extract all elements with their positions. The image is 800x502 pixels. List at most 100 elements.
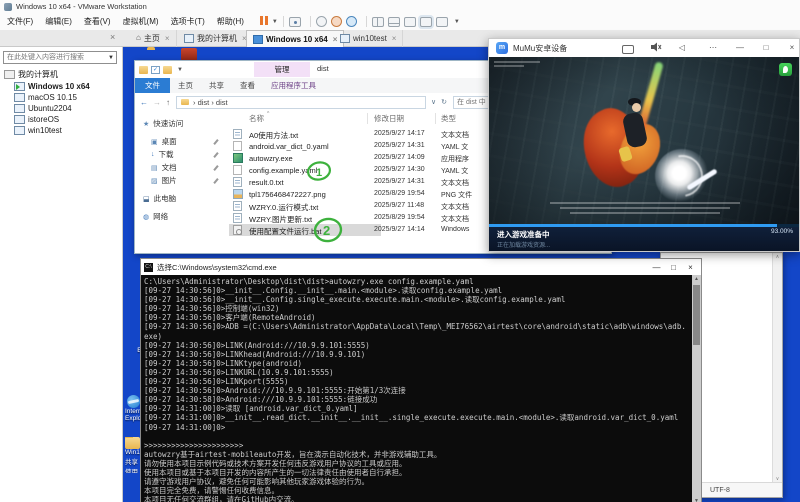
quick-access-toolbar: ✓ ▼ bbox=[139, 66, 183, 74]
text-file-icon bbox=[233, 129, 242, 139]
breadcrumb[interactable]: › dist › dist bbox=[176, 96, 426, 109]
checkbox-icon[interactable]: ✓ bbox=[151, 66, 160, 74]
png-file-icon bbox=[233, 189, 243, 199]
pin-icon bbox=[213, 152, 218, 158]
unity-button[interactable] bbox=[420, 17, 432, 27]
pause-button[interactable] bbox=[260, 16, 270, 27]
menu-file[interactable]: 文件(F) bbox=[5, 15, 35, 28]
column-type[interactable]: 类型 bbox=[441, 113, 456, 124]
pause-caret-icon[interactable]: ▼ bbox=[272, 19, 278, 25]
cmd-scrollbar[interactable]: ▲ ▼ bbox=[692, 275, 701, 502]
tree-root-my-computer[interactable]: 我的计算机 bbox=[4, 69, 58, 80]
nav-pictures[interactable]: ▨ 图片 bbox=[151, 175, 177, 186]
menu-tabs[interactable]: 选项卡(T) bbox=[169, 15, 207, 28]
library-search-input[interactable] bbox=[3, 51, 117, 64]
ctrl-alt-del-button[interactable] bbox=[289, 17, 301, 27]
scroll-up-icon[interactable]: ∧ bbox=[774, 254, 781, 260]
nav-network[interactable]: ◍ 网络 bbox=[143, 211, 168, 222]
ribbon-tab-home[interactable]: 主页 bbox=[170, 78, 201, 93]
game-character-head bbox=[632, 103, 641, 112]
loading-percent: 93.00% bbox=[771, 228, 793, 235]
nav-documents[interactable]: ▤ 文档 bbox=[151, 162, 177, 173]
tree-item-macos[interactable]: macOS 10.15 bbox=[14, 92, 77, 103]
tab-my-computer[interactable]: 我的计算机 × bbox=[178, 30, 254, 47]
back-icon[interactable]: ← bbox=[140, 98, 148, 107]
address-dropdown-icon[interactable]: ∨ bbox=[431, 98, 436, 106]
up-icon[interactable]: ↑ bbox=[166, 98, 170, 107]
vmware-workstation-window: Windows 10 x64 - VMware Workstation 文件(F… bbox=[0, 0, 800, 502]
tab-close-icon[interactable]: × bbox=[392, 34, 397, 43]
ribbon-tab-view[interactable]: 查看 bbox=[232, 78, 263, 93]
explorer-nav-pane: ★ 快速访问 ▣ 桌面 ↓ 下载 ▤ 文档 bbox=[135, 111, 229, 253]
text-file-icon bbox=[233, 201, 242, 211]
scroll-down-icon[interactable]: ▼ bbox=[692, 498, 701, 502]
snapshot-manager-button[interactable] bbox=[346, 16, 357, 27]
editor-scrollbar[interactable]: ∧ ∨ bbox=[772, 253, 782, 483]
exe-file-icon bbox=[233, 153, 243, 163]
sidebar-close-icon[interactable]: × bbox=[110, 32, 115, 42]
window-title: Windows 10 x64 - VMware Workstation bbox=[16, 2, 147, 11]
tab-home[interactable]: ⌂ 主页 × bbox=[130, 30, 177, 47]
tab-windows10-x64[interactable]: Windows 10 x64 × bbox=[246, 30, 344, 47]
desktop-icon-ex[interactable]: Ex bbox=[124, 347, 141, 354]
column-date[interactable]: 修改日期 bbox=[374, 113, 404, 124]
nav-desktop[interactable]: ▣ 桌面 bbox=[151, 136, 177, 147]
tab-win10test[interactable]: win10test × bbox=[334, 30, 403, 47]
scroll-up-icon[interactable]: ▲ bbox=[692, 276, 701, 282]
stretch-caret-icon[interactable]: ▼ bbox=[454, 19, 460, 25]
minimize-icon[interactable]: — bbox=[648, 263, 665, 272]
folder-icon[interactable] bbox=[163, 66, 172, 74]
cmd-title: 选择C:\Windows\system32\cmd.exe bbox=[157, 262, 277, 273]
mumu-logo-icon: m bbox=[496, 42, 508, 54]
yaml-file-icon bbox=[233, 141, 242, 151]
game-tips-text bbox=[545, 199, 745, 217]
tree-item-ubuntu2204[interactable]: Ubuntu2204 bbox=[14, 103, 72, 114]
text-file-icon bbox=[233, 177, 242, 187]
maximize-icon[interactable]: □ bbox=[759, 42, 773, 54]
ribbon-tab-share[interactable]: 共享 bbox=[201, 78, 232, 93]
thumbnail-bar-button[interactable] bbox=[388, 17, 400, 27]
search-dropdown-icon[interactable]: ▼ bbox=[108, 55, 114, 61]
stretch-button[interactable] bbox=[436, 17, 448, 27]
nav-this-pc[interactable]: ⬓ 此电脑 bbox=[143, 193, 176, 204]
download-icon: ↓ bbox=[151, 151, 155, 158]
minimize-icon[interactable]: — bbox=[733, 42, 747, 54]
close-icon[interactable]: × bbox=[682, 263, 699, 272]
close-icon[interactable]: × bbox=[785, 42, 799, 54]
forward-icon[interactable]: → bbox=[153, 98, 161, 107]
snapshot-revert-button[interactable] bbox=[331, 16, 342, 27]
scroll-thumb[interactable] bbox=[693, 285, 700, 345]
apk-install-icon[interactable] bbox=[622, 45, 634, 54]
vmware-toolbar: ▼ ▼ bbox=[260, 16, 460, 27]
column-name[interactable]: 名称 bbox=[249, 113, 264, 124]
tab-close-icon[interactable]: × bbox=[165, 34, 170, 43]
explorer-window-title: dist bbox=[317, 64, 329, 73]
folder-icon[interactable] bbox=[139, 66, 148, 74]
mute-icon[interactable] bbox=[649, 42, 663, 54]
vm-icon bbox=[340, 34, 350, 43]
nav-downloads[interactable]: ↓ 下载 bbox=[151, 149, 174, 160]
menu-view[interactable]: 查看(V) bbox=[82, 15, 113, 28]
nav-quick-access[interactable]: ★ 快速访问 bbox=[143, 118, 183, 129]
menu-edit[interactable]: 编辑(E) bbox=[43, 15, 74, 28]
library-pane-button[interactable] bbox=[372, 17, 384, 27]
vmware-titlebar: Windows 10 x64 - VMware Workstation bbox=[0, 0, 800, 13]
android-back-icon[interactable]: ◁ bbox=[675, 42, 689, 54]
mumu-titlebar[interactable]: m MuMu安卓设备 ◁ ⋯ — □ × bbox=[489, 39, 799, 57]
more-icon[interactable]: ⋯ bbox=[706, 42, 720, 54]
snapshot-take-button[interactable] bbox=[316, 16, 327, 27]
fullscreen-button[interactable] bbox=[404, 17, 416, 27]
ribbon-tab-app-tools[interactable]: 应用程序工具 bbox=[263, 78, 324, 93]
menu-help[interactable]: 帮助(H) bbox=[215, 15, 246, 28]
menu-vm[interactable]: 虚拟机(M) bbox=[121, 15, 161, 28]
tree-item-windows10-x64[interactable]: Windows 10 x64 bbox=[14, 81, 90, 92]
qat-caret-icon[interactable]: ▼ bbox=[177, 67, 183, 73]
cmd-titlebar[interactable]: C:\ 选择C:\Windows\system32\cmd.exe — □ × bbox=[141, 259, 701, 275]
tree-item-win10test[interactable]: win10test bbox=[14, 125, 62, 136]
refresh-icon[interactable]: ↻ bbox=[441, 98, 447, 106]
mumu-title: MuMu安卓设备 bbox=[513, 43, 567, 54]
contextual-tab-manage[interactable]: 管理 bbox=[254, 62, 310, 77]
ribbon-tab-file[interactable]: 文件 bbox=[135, 78, 170, 93]
tree-item-istoreos[interactable]: istoreOS bbox=[14, 114, 59, 125]
maximize-icon[interactable]: □ bbox=[665, 263, 682, 272]
